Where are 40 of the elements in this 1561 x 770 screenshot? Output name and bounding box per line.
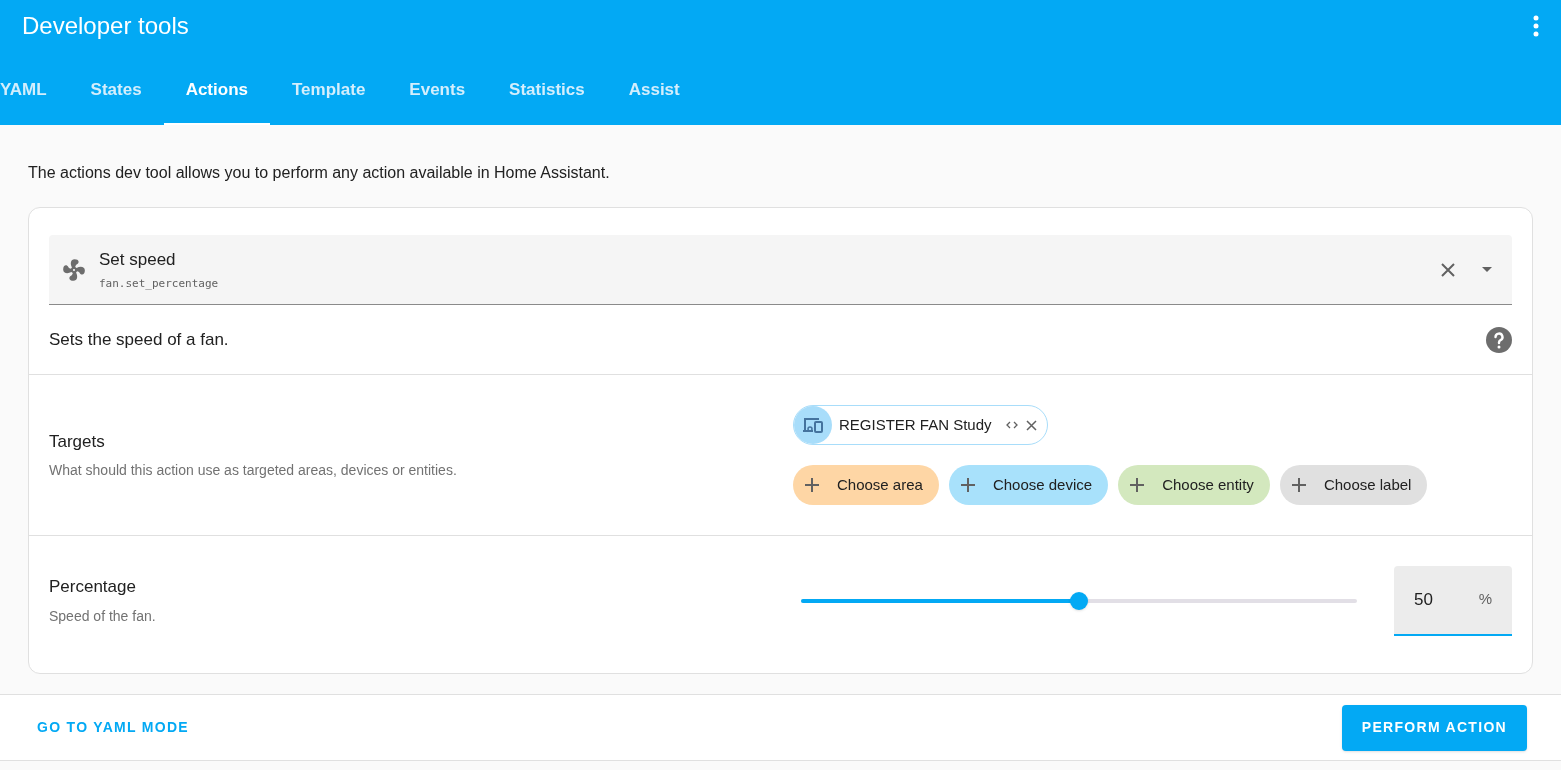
perform-action-button[interactable]: PERFORM ACTION — [1341, 704, 1527, 751]
targets-label: Targets — [49, 430, 106, 453]
action-description: Sets the speed of a fan. — [49, 328, 229, 351]
action-id: fan.set_percentage — [99, 276, 219, 292]
help-icon[interactable] — [1486, 326, 1512, 353]
expand-icon[interactable] — [1005, 421, 1018, 429]
add-target-chip[interactable]: Choose device — [948, 465, 1109, 505]
percentage-input[interactable]: 50 % — [1394, 565, 1512, 636]
close-icon[interactable] — [1025, 419, 1037, 431]
action-name: Set speed — [99, 248, 177, 271]
tab[interactable]: States — [68, 52, 164, 125]
percentage-hint: Speed of the fan. — [49, 606, 157, 626]
fan-icon — [61, 256, 87, 283]
page-title: Developer tools — [22, 11, 189, 41]
tab[interactable]: Events — [387, 52, 488, 125]
percentage-unit: % — [1478, 589, 1492, 610]
action-select[interactable]: Set speed fan.set_percentage — [49, 235, 1512, 305]
plus-icon — [1291, 478, 1306, 492]
slider-thumb[interactable] — [1070, 591, 1088, 610]
devices-icon — [802, 417, 824, 433]
tab[interactable]: Statistics — [487, 52, 607, 125]
more-menu-icon[interactable] — [1533, 15, 1539, 37]
dropdown-arrow-icon[interactable] — [1482, 267, 1492, 272]
add-target-chip[interactable]: Choose label — [1279, 465, 1428, 505]
device-chip-label: REGISTER FAN Study — [839, 414, 992, 435]
intro-text: The actions dev tool allows you to perform any action available in Home Assistant. — [28, 163, 611, 183]
add-target-chip[interactable]: Choose entity — [1118, 465, 1270, 505]
close-icon[interactable] — [1440, 261, 1456, 278]
tab[interactable]: Template — [270, 52, 388, 125]
yaml-mode-link[interactable]: GO TO YAML MODE — [37, 717, 189, 738]
plus-icon — [960, 478, 975, 492]
plus-icon — [805, 478, 819, 492]
plus-icon — [1130, 478, 1145, 492]
tab[interactable]: Assist — [606, 52, 702, 125]
add-target-chip[interactable]: Choose area — [793, 465, 939, 505]
targets-hint: What should this action use as targeted areas, devices or entities. — [49, 461, 458, 481]
percentage-label: Percentage — [49, 576, 137, 599]
percentage-value: 50 — [1414, 588, 1433, 611]
tab[interactable]: YAML — [0, 52, 69, 125]
tab[interactable]: Actions — [163, 52, 270, 125]
